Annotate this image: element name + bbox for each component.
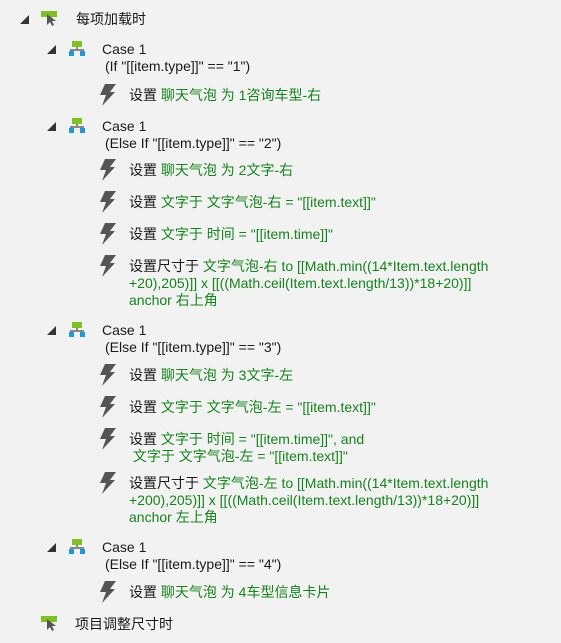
interaction-tree: 每项加载时 Case 1 (If "[[item.type]]" == "1")… — [0, 0, 561, 643]
collapse-triangle-icon[interactable] — [47, 326, 56, 335]
action-target-line: anchor 左上角 — [129, 509, 218, 525]
action-verb: 设置 — [129, 431, 157, 447]
action-target: 文字于 时间 = "[[item.time]]", and — [160, 431, 365, 447]
case-icon — [69, 539, 85, 554]
action-row[interactable]: 设置 文字于 文字气泡-左 = "[[item.text]]" — [97, 395, 376, 419]
action-verb: 设置 — [129, 584, 157, 600]
case-title: Case 1 — [102, 118, 147, 134]
action-verb: 设置 — [129, 87, 157, 103]
collapse-triangle-icon[interactable] — [47, 45, 56, 54]
lightning-icon — [100, 428, 116, 450]
case-title: Case 1 — [102, 41, 147, 57]
action-target: 聊天气泡 为 4车型信息卡片 — [160, 584, 331, 600]
action-target-line: anchor 右上角 — [129, 292, 218, 308]
lightning-icon — [100, 364, 116, 386]
lightning-icon — [100, 191, 116, 213]
action-verb: 设置 — [129, 194, 157, 210]
action-target: 文字于 时间 = "[[item.time]]" — [160, 226, 334, 242]
action-verb: 设置 — [129, 399, 157, 415]
event-label: 每项加载时 — [76, 11, 146, 27]
action-target: 文字于 文字气泡-左 = "[[item.text]]" — [160, 399, 376, 415]
action-target-line: 文字于 文字气泡-左 = "[[item.text]]" — [129, 448, 348, 464]
case-row[interactable]: Case 1 (If "[[item.type]]" == "1") — [47, 41, 250, 75]
action-row[interactable]: 设置 文字于 文字气泡-右 = "[[item.text]]" — [97, 190, 376, 214]
action-verb: 设置 — [129, 162, 157, 178]
case-row[interactable]: Case 1 (Else If "[[item.type]]" == "2") — [47, 118, 281, 152]
action-row[interactable]: 设置 文字于 时间 = "[[item.time]]" — [97, 222, 333, 246]
event-label: 项目调整尺寸时 — [75, 616, 173, 632]
action-target: 文字气泡-左 to [[Math.min((14*Item.text.lengt… — [202, 475, 489, 491]
action-row[interactable]: 设置尺寸于 文字气泡-左 to [[Math.min((14*Item.text… — [97, 471, 488, 526]
action-target: 聊天气泡 为 3文字-左 — [160, 367, 294, 383]
collapse-triangle-icon[interactable] — [47, 122, 56, 131]
action-target-line: +200),205)]] x [[((Math.ceil(Item.text.l… — [129, 492, 480, 508]
action-row[interactable]: 设置尺寸于 文字气泡-右 to [[Math.min((14*Item.text… — [97, 254, 488, 309]
case-row[interactable]: Case 1 (Else If "[[item.type]]" == "3") — [47, 322, 281, 356]
case-condition: (Else If "[[item.type]]" == "3") — [105, 339, 282, 355]
case-title: Case 1 — [102, 539, 147, 555]
action-verb: 设置尺寸于 — [129, 475, 199, 491]
action-target-line: +20),205)]] x [[((Math.ceil(Item.text.le… — [129, 275, 472, 291]
action-target: 文字于 文字气泡-右 = "[[item.text]]" — [160, 194, 376, 210]
event-cursor-icon — [41, 616, 61, 634]
collapse-triangle-icon[interactable] — [20, 15, 29, 24]
action-target: 聊天气泡 为 1咨询车型-右 — [160, 87, 322, 103]
case-condition: (Else If "[[item.type]]" == "4") — [105, 556, 282, 572]
lightning-icon — [100, 159, 116, 181]
case-icon — [69, 322, 85, 337]
action-row[interactable]: 设置 聊天气泡 为 3文字-左 — [97, 363, 293, 387]
lightning-icon — [100, 255, 116, 277]
action-verb: 设置 — [129, 367, 157, 383]
event-row[interactable]: 每项加载时 — [20, 11, 146, 29]
case-icon — [69, 41, 85, 56]
case-row[interactable]: Case 1 (Else If "[[item.type]]" == "4") — [47, 539, 281, 573]
lightning-icon — [100, 84, 116, 106]
event-cursor-icon — [41, 11, 61, 29]
action-verb: 设置 — [129, 226, 157, 242]
case-condition: (If "[[item.type]]" == "1") — [105, 58, 251, 74]
event-row[interactable]: 项目调整尺寸时 — [41, 616, 173, 634]
collapse-triangle-icon[interactable] — [47, 543, 56, 552]
action-row[interactable]: 设置 聊天气泡 为 2文字-右 — [97, 158, 293, 182]
action-row[interactable]: 设置 聊天气泡 为 4车型信息卡片 — [97, 580, 330, 604]
case-icon — [69, 118, 85, 133]
lightning-icon — [100, 396, 116, 418]
lightning-icon — [100, 472, 116, 494]
lightning-icon — [100, 581, 116, 603]
lightning-icon — [100, 223, 116, 245]
action-verb: 设置尺寸于 — [129, 258, 199, 274]
action-target: 聊天气泡 为 2文字-右 — [160, 162, 294, 178]
action-row[interactable]: 设置 聊天气泡 为 1咨询车型-右 — [97, 83, 321, 107]
case-condition: (Else If "[[item.type]]" == "2") — [105, 135, 282, 151]
case-title: Case 1 — [102, 322, 147, 338]
action-target: 文字气泡-右 to [[Math.min((14*Item.text.lengt… — [202, 258, 489, 274]
action-row[interactable]: 设置 文字于 时间 = "[[item.time]]", and 文字于 文字气… — [97, 427, 364, 465]
